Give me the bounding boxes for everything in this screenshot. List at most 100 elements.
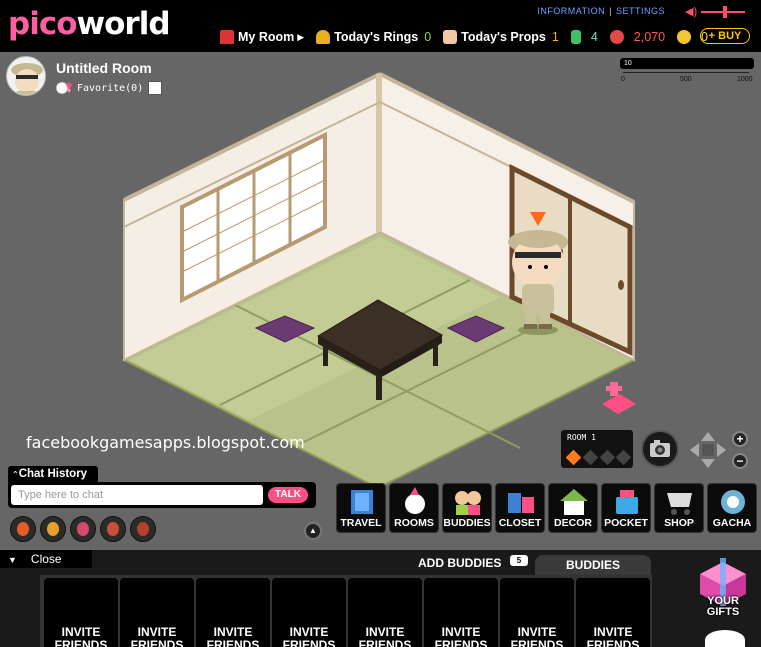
travel-button[interactable]: TRAVEL [336,483,386,533]
chevron-down-icon: ▼ [8,555,17,565]
friends-text: FRIENDS [510,638,564,647]
add-buddies-count-badge: 5 [510,555,528,566]
favorite-hearts-icon[interactable] [56,80,74,96]
rotate-dpad[interactable] [688,430,728,470]
camera-icon [650,440,670,457]
emote-button-3[interactable] [70,516,96,542]
volume-control[interactable]: ◀) [685,6,749,18]
rooms-button[interactable]: ROOMS [389,483,439,533]
friends-text: FRIENDS [586,638,640,647]
gacha-label: GACHA [712,517,752,529]
favorite-row: Favorite(0) [56,80,163,96]
invite-text: INVITE [61,625,101,639]
todays-props-label: Today's Props [461,30,546,44]
room-label: ROOM 1 [567,433,596,442]
speaker-icon[interactable]: ◀) [685,6,697,18]
house-icon [220,30,234,44]
invite-friends-slot-3[interactable]: INVITE FRIENDS [196,578,270,647]
my-room-button[interactable]: My Room ▶ [220,30,304,44]
emote-face-icon [77,522,89,536]
my-room-label: My Room [238,30,295,44]
emote-button-4[interactable] [100,516,126,542]
rooms-label: ROOMS [394,517,434,529]
invite-text: INVITE [593,625,633,639]
room-title: Untitled Room [56,60,152,76]
coins-icon [609,30,624,44]
zoom-in-button[interactable]: + [732,431,748,447]
gold-coin-icon [677,30,692,44]
room-slot-1[interactable] [565,449,582,466]
room-slot-3[interactable] [599,449,616,466]
emote-face-icon [137,522,149,536]
decor-button[interactable]: DECOR [548,483,598,533]
emote-button-1[interactable] [10,516,36,542]
settings-link[interactable]: SETTINGS [616,6,665,16]
invite-friends-slot-7[interactable]: INVITE FRIENDS [500,578,574,647]
volume-slider-handle[interactable] [723,6,727,18]
closet-button[interactable]: CLOSET [495,483,545,533]
scroll-up-button[interactable]: ▲ [304,522,322,540]
friends-text: FRIENDS [358,638,412,647]
information-link[interactable]: INFORMATION [537,6,605,16]
buy-button[interactable]: + BUY [700,28,750,44]
invite-text: INVITE [137,625,177,639]
chevron-right-icon: ▶ [297,31,305,42]
invite-text: INVITE [517,625,557,639]
emote-button-2[interactable] [40,516,66,542]
arrow-up-icon [701,432,715,441]
friends-text: FRIENDS [434,638,488,647]
chat-input[interactable] [11,485,263,505]
gacha-capsule-icon [721,490,745,514]
chevron-up-icon: ⌃ [12,470,19,479]
room-selector: ROOM 1 [561,430,633,468]
status-nav: My Room ▶ Today's Rings 0 Today's Props … [220,27,720,47]
emote-button-5[interactable] [130,516,156,542]
gacha-button[interactable]: GACHA [707,483,757,533]
buddy-panel: ▼ Close ADD BUDDIES 5 BUDDIES INVITE FRIEN… [0,550,761,647]
shop-button[interactable]: SHOP [654,483,704,533]
buddies-icon [455,491,481,515]
room-slot-4[interactable] [615,449,632,466]
meter-axis [623,72,749,73]
chat-history-toggle[interactable]: ⌃Chat History [8,466,98,482]
owner-avatar[interactable] [6,56,46,96]
invite-friends-slot-8[interactable]: INVITE FRIENDS [576,578,650,647]
zoom-out-button[interactable]: − [732,453,748,469]
invite-friends-slot-5[interactable]: INVITE FRIENDS [348,578,422,647]
invite-friends-slot-6[interactable]: INVITE FRIENDS [424,578,498,647]
invite-text: INVITE [365,625,405,639]
todays-rings-label: Today's Rings [334,30,419,44]
pocket-button[interactable]: POCKET [601,483,651,533]
picoworld-logo[interactable]: picoworld [8,6,171,42]
tab-buddies[interactable]: BUDDIES [535,555,651,575]
todays-rings[interactable]: Today's Rings 0 [316,30,431,44]
invite-friends-slot-2[interactable]: INVITE FRIENDS [120,578,194,647]
chat-box: TALK [8,482,316,508]
gifts-line-2: GIFTS [706,606,740,618]
meter-bar [620,58,754,69]
invite-text: INVITE [289,625,329,639]
friends-text: FRIENDS [130,638,184,647]
room-slot-2[interactable] [582,449,599,466]
bottle-icon [570,30,581,44]
room-scene[interactable] [0,52,761,550]
invite-friends-slot-1[interactable]: INVITE FRIENDS [44,578,118,647]
game-area[interactable]: Untitled Room Favorite(0) 10 0 500 1000 … [0,52,761,550]
logo-pico: pico [8,6,77,42]
close-panel-button[interactable]: ▼ Close [0,550,92,568]
coin-currency: 2,070 [609,30,665,44]
emote-face-icon [17,522,29,536]
edit-room-icon[interactable] [148,81,163,95]
todays-props[interactable]: Today's Props 1 [443,30,559,44]
invite-friends-slot-4[interactable]: INVITE FRIENDS [272,578,346,647]
friends-text: FRIENDS [282,638,336,647]
avatar-face-icon [11,63,43,95]
top-bar: picoworld INFORMATION | SETTINGS ◀) My Roo… [0,0,761,52]
favorite-count: Favorite(0) [77,82,144,94]
decor-house-icon [560,489,588,515]
talk-button[interactable]: TALK [268,487,308,503]
thumbs-up-icon [443,30,458,44]
camera-button[interactable] [641,430,679,468]
buddies-button[interactable]: BUDDIES [442,483,492,533]
your-gifts-button[interactable]: YOUR GIFTS [694,558,752,620]
